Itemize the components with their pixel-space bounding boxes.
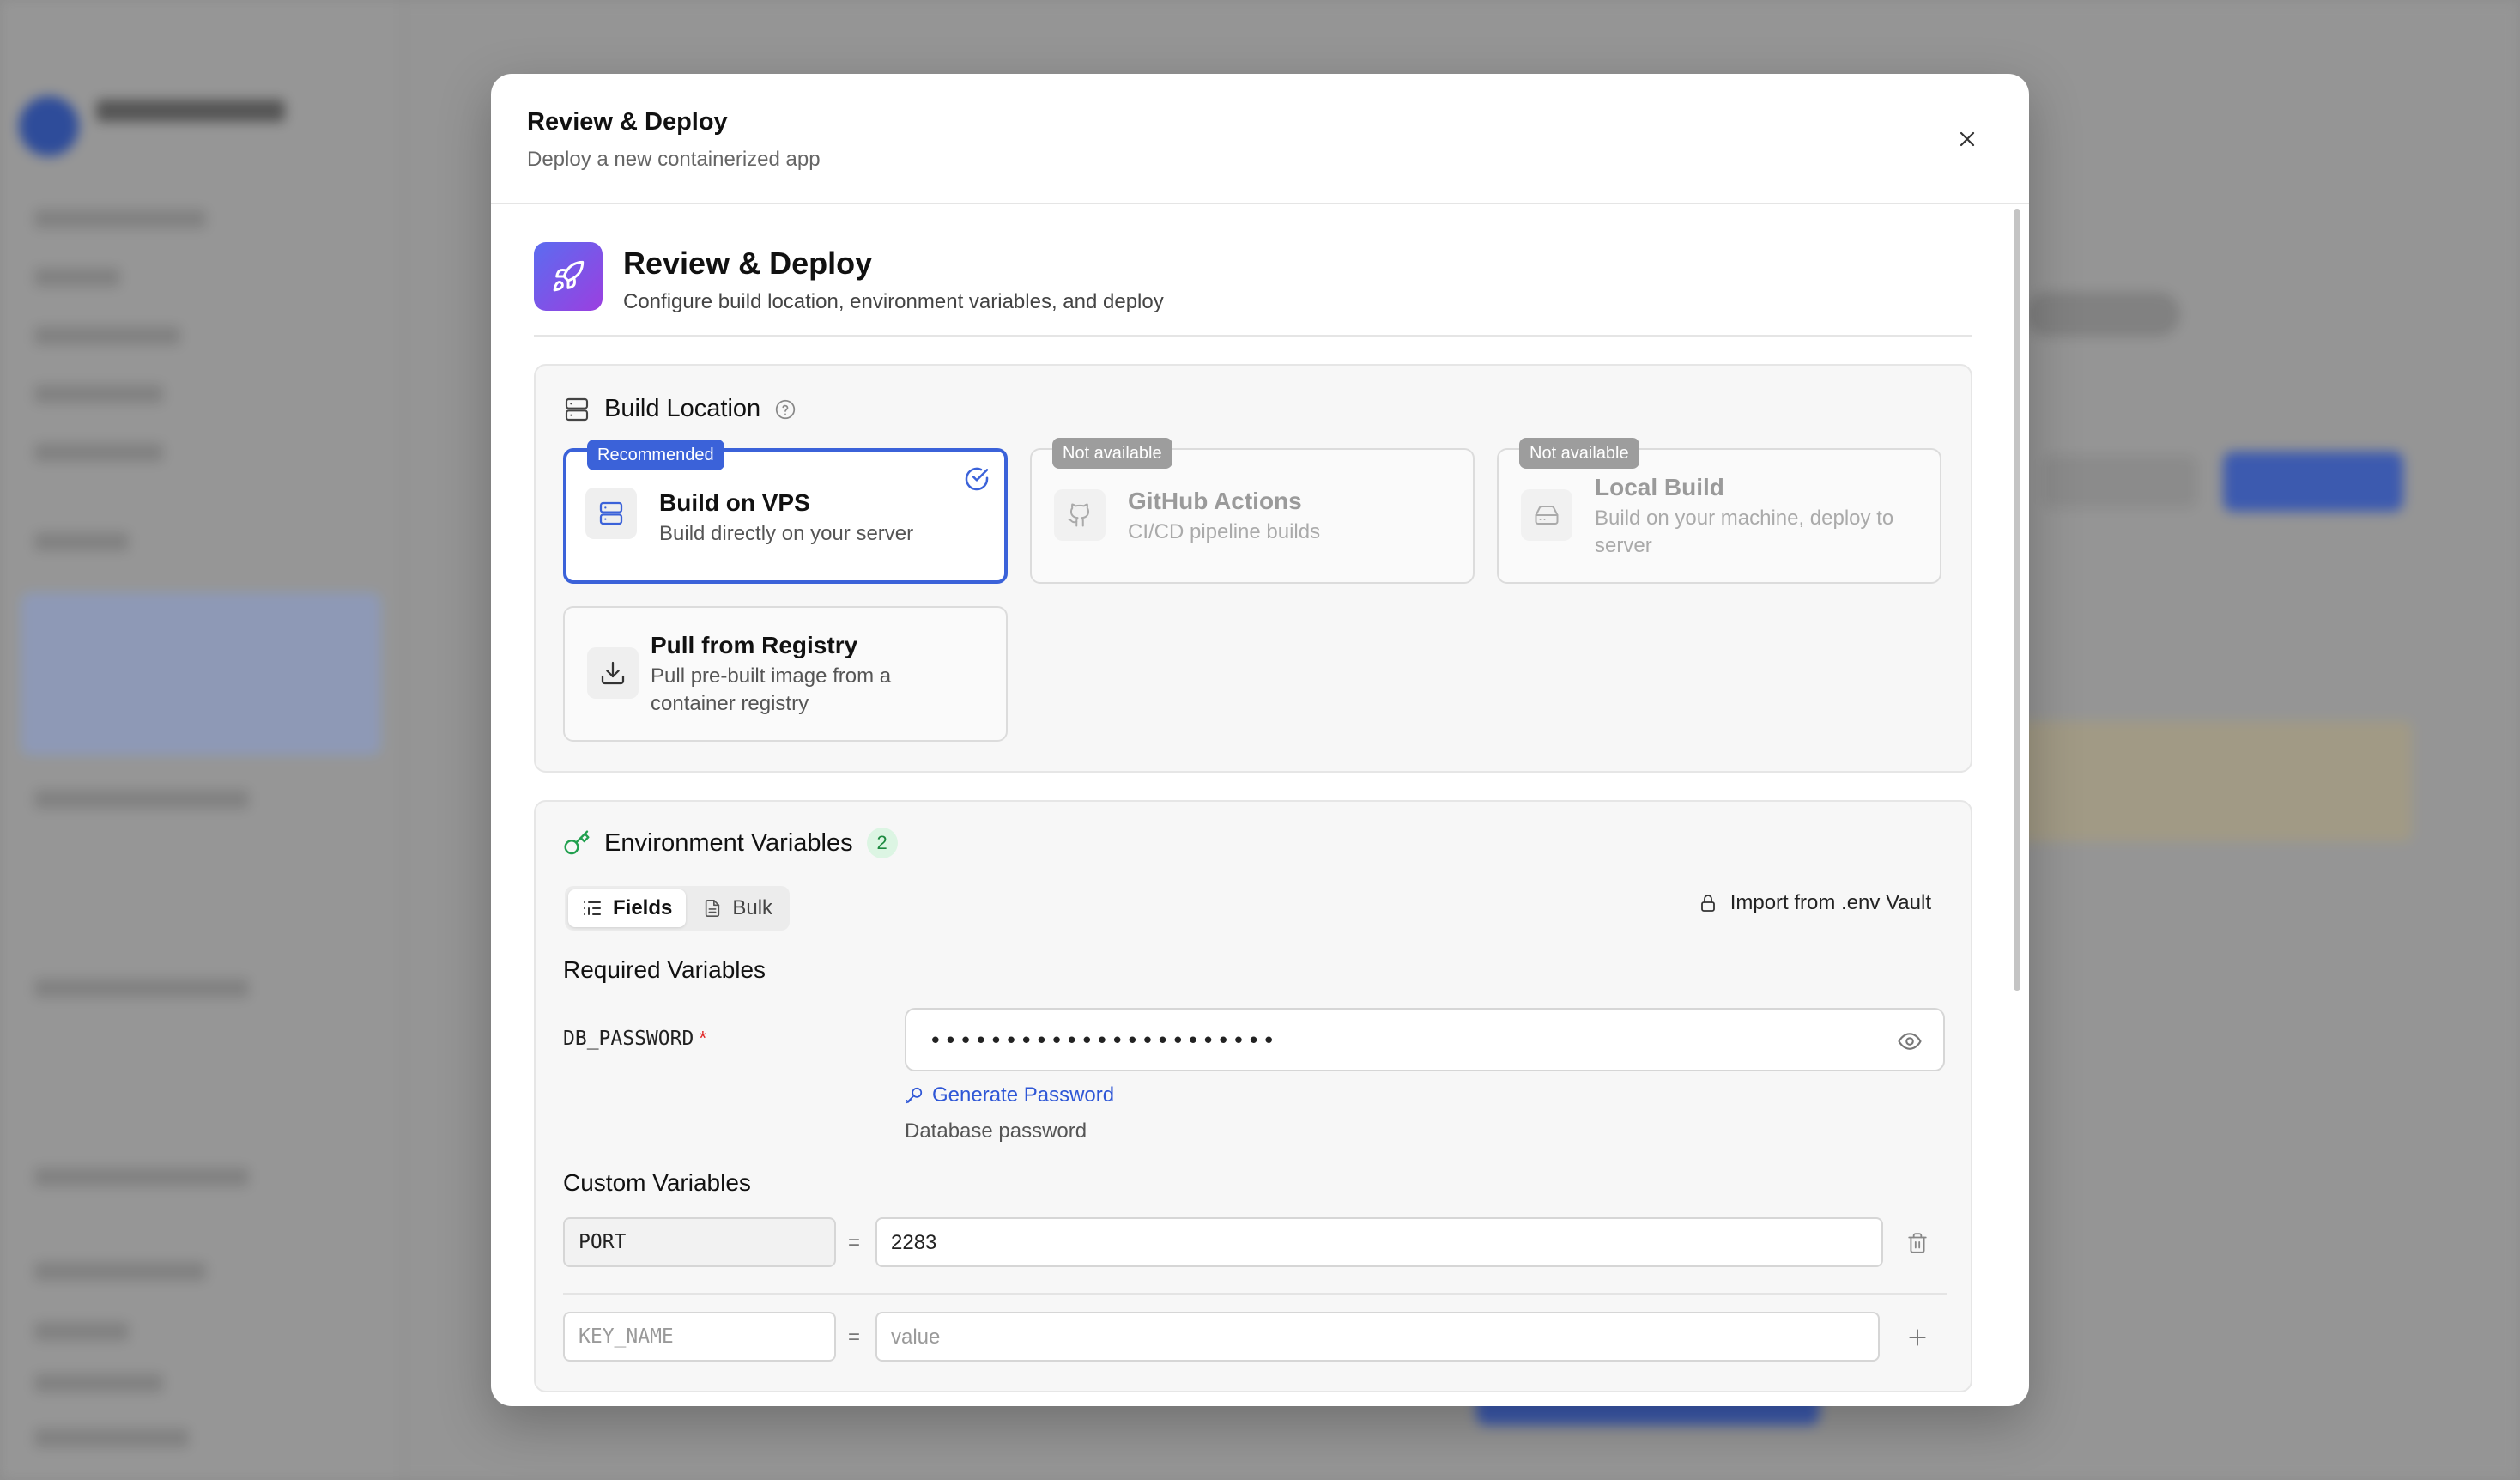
option-title: GitHub Actions: [1128, 488, 1302, 514]
dialog-body[interactable]: Review & Deploy Configure build location…: [491, 206, 2029, 1406]
row-divider: [563, 1293, 1947, 1295]
dialog-subtitle: Deploy a new containerized app: [527, 148, 821, 171]
password-value: •••••••••••••••••••••••: [929, 1028, 1278, 1054]
build-location-section: Build Location Recommended Build on VPS …: [534, 364, 1972, 773]
required-variables-heading: Required Variables: [563, 956, 766, 983]
option-title: Local Build: [1595, 474, 1724, 500]
build-option-vps[interactable]: Recommended Build on VPS Build directly …: [563, 440, 1008, 584]
tab-fields-label: Fields: [613, 896, 673, 919]
hard-drive-icon: [1521, 489, 1572, 541]
key-icon: [906, 1087, 923, 1104]
option-description: Pull pre-built image from a container re…: [651, 664, 892, 715]
tab-fields[interactable]: Fields: [568, 889, 687, 927]
plus-icon: [1909, 1329, 1926, 1346]
step-title: Review & Deploy: [623, 246, 873, 281]
help-circle-icon[interactable]: [774, 398, 797, 421]
custom-value-input[interactable]: 2283: [875, 1217, 1883, 1267]
db-password-help: Database password: [905, 1119, 1087, 1143]
equals-sign: =: [848, 1231, 861, 1254]
custom-key-input[interactable]: PORT: [563, 1217, 836, 1267]
import-env-vault-button[interactable]: Import from .env Vault: [1698, 891, 1931, 915]
lock-icon: [1700, 895, 1715, 912]
import-label: Import from .env Vault: [1729, 891, 1931, 914]
required-marker: *: [699, 1027, 707, 1049]
download-icon: [587, 647, 639, 699]
env-count-badge: 2: [866, 828, 898, 858]
db-password-input[interactable]: •••••••••••••••••••••••: [905, 1008, 1945, 1071]
env-mode-toggle: Fields Bulk: [565, 886, 791, 931]
equals-sign: =: [848, 1325, 861, 1349]
option-title: Pull from Registry: [651, 632, 858, 658]
env-title: Environment Variables: [604, 828, 853, 857]
close-icon: [1960, 131, 1975, 147]
build-location-header: Build Location: [563, 395, 797, 423]
db-password-label: DB_PASSWORD *: [563, 1027, 706, 1050]
option-description: Build directly on your server: [659, 522, 914, 545]
generate-password-link[interactable]: Generate Password: [905, 1083, 1114, 1107]
file-text-icon: [706, 900, 720, 917]
step-description: Configure build location, environment va…: [623, 290, 1164, 313]
generate-password-label: Generate Password: [932, 1083, 1115, 1107]
variable-key: DB_PASSWORD: [563, 1028, 694, 1050]
new-key-input[interactable]: KEY_NAME: [563, 1312, 836, 1362]
delete-variable-button[interactable]: [1900, 1226, 1935, 1260]
option-description: Build on your machine, deploy to server: [1595, 506, 1894, 557]
close-button[interactable]: [1950, 122, 1984, 156]
recommended-badge: Recommended: [587, 440, 724, 470]
step-intro: Review & Deploy Configure build location…: [534, 242, 1972, 337]
tab-bulk[interactable]: Bulk: [689, 889, 786, 927]
environment-variables-section: Environment Variables 2 Fields Bulk Impo…: [534, 800, 1972, 1392]
not-available-badge: Not available: [1052, 438, 1172, 469]
option-description: CI/CD pipeline builds: [1128, 520, 1321, 543]
not-available-badge: Not available: [1519, 438, 1639, 469]
tab-bulk-label: Bulk: [732, 896, 773, 919]
new-value-input[interactable]: value: [875, 1312, 1880, 1362]
review-deploy-dialog: Review & Deploy Deploy a new containeriz…: [491, 74, 2029, 1406]
build-option-registry[interactable]: Pull from Registry Pull pre-built image …: [563, 606, 1008, 742]
rocket-icon: [534, 242, 603, 311]
custom-variables-heading: Custom Variables: [563, 1169, 751, 1196]
list-icon: [584, 901, 601, 915]
server-icon: [565, 397, 589, 421]
env-header: Environment Variables 2: [563, 828, 898, 858]
check-circle-icon: [963, 465, 990, 497]
build-location-title: Build Location: [604, 395, 761, 422]
add-variable-button[interactable]: [1900, 1320, 1935, 1355]
eye-icon[interactable]: [1897, 1028, 1923, 1058]
option-title: Build on VPS: [659, 489, 810, 516]
key-icon: [564, 830, 590, 855]
build-option-local: Not available Local Build Build on your …: [1497, 438, 1941, 584]
value-placeholder: value: [891, 1325, 941, 1349]
key-placeholder: KEY_NAME: [579, 1325, 674, 1348]
dialog-title: Review & Deploy: [527, 108, 728, 136]
trash-icon: [1908, 1233, 1927, 1253]
dialog-header: Review & Deploy Deploy a new containeriz…: [491, 74, 2029, 204]
github-icon: [1054, 489, 1106, 541]
server-icon: [585, 488, 637, 539]
build-option-github-actions: Not available GitHub Actions CI/CD pipel…: [1030, 438, 1475, 584]
scrollbar-thumb[interactable]: [2014, 209, 2020, 991]
